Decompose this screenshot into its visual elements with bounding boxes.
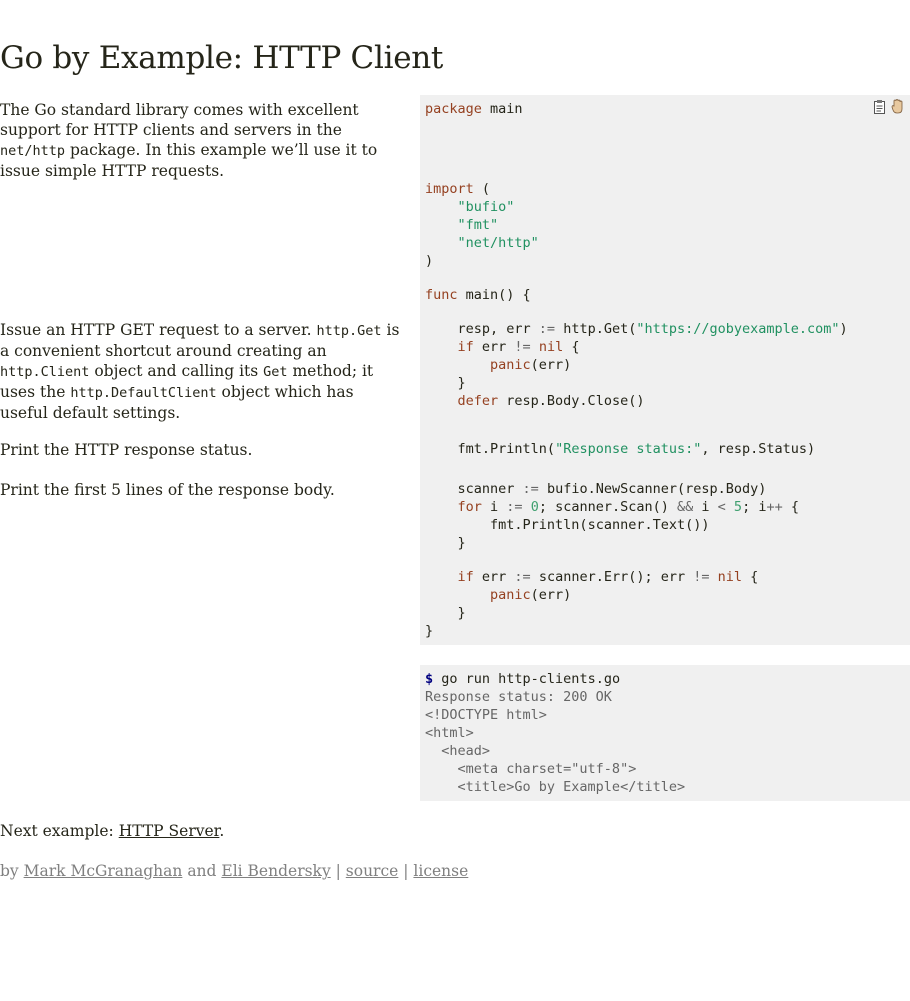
code-line: } <box>457 375 466 391</box>
code-line: package main <box>425 101 523 117</box>
author-link-mark[interactable]: Mark McGranaghan <box>24 862 183 880</box>
code-line: "fmt" <box>457 217 499 233</box>
code-line: "net/http" <box>457 235 539 251</box>
footer: by Mark McGranaghan and Eli Bendersky | … <box>0 862 469 880</box>
code-line: fmt.Println(scanner.Text()) <box>490 517 710 533</box>
code-line: for i := 0; scanner.Scan() && i < 5; i++… <box>457 499 799 515</box>
output-block: $ go run http-clients.go Response status… <box>420 665 910 801</box>
code-line: ) <box>425 253 434 269</box>
intro-code: net/http <box>0 143 66 159</box>
copy-icon[interactable] <box>873 99 886 114</box>
output-command: $ go run http-clients.go <box>425 671 621 687</box>
next-example-link[interactable]: HTTP Server <box>119 822 220 840</box>
code-line: if err != nil { <box>457 339 580 355</box>
output-line: <!DOCTYPE html> <box>425 707 547 723</box>
code-line: if err := scanner.Err(); err != nil { <box>457 569 759 585</box>
code-line: } <box>425 623 434 639</box>
output-line: <html> <box>425 725 474 741</box>
code-line: } <box>457 535 466 551</box>
output-line: <meta charset="utf-8"> <box>425 761 637 777</box>
code-line: panic(err) <box>490 357 572 373</box>
code-block: package main import ( "bufio" "fmt" "net… <box>420 95 910 645</box>
code-line: defer resp.Body.Close() <box>457 393 645 409</box>
code-line: scanner := bufio.NewScanner(resp.Body) <box>457 481 767 497</box>
next-example: Next example: HTTP Server. <box>0 822 225 840</box>
page-title: Go by Example: HTTP Client <box>0 40 444 76</box>
code-line: func main() { <box>425 287 531 303</box>
intro-docs: The Go standard library comes with excel… <box>0 100 410 181</box>
output-line: Response status: 200 OK <box>425 689 612 705</box>
status-docs: Print the HTTP response status. <box>0 441 253 459</box>
get-docs: Issue an HTTP GET request to a server. h… <box>0 321 400 422</box>
run-icon[interactable] <box>891 99 904 114</box>
output-line: <title>Go by Example</title> <box>425 779 686 795</box>
next-label: Next example: <box>0 822 119 840</box>
license-link[interactable]: license <box>413 862 468 880</box>
output-line: <head> <box>425 743 491 759</box>
code-line: panic(err) <box>490 587 572 603</box>
body-docs: Print the first 5 lines of the response … <box>0 481 335 499</box>
author-link-eli[interactable]: Eli Bendersky <box>221 862 330 880</box>
intro-text: The Go standard library comes with excel… <box>0 101 359 139</box>
code-line: "bufio" <box>457 199 515 215</box>
code-line: } <box>457 605 466 621</box>
code-tools <box>873 99 904 114</box>
code-line: import ( <box>425 181 491 197</box>
source-link[interactable]: source <box>346 862 399 880</box>
code-line: resp, err := http.Get("https://gobyexamp… <box>457 321 848 337</box>
code-line: fmt.Println("Response status:", resp.Sta… <box>457 441 816 457</box>
